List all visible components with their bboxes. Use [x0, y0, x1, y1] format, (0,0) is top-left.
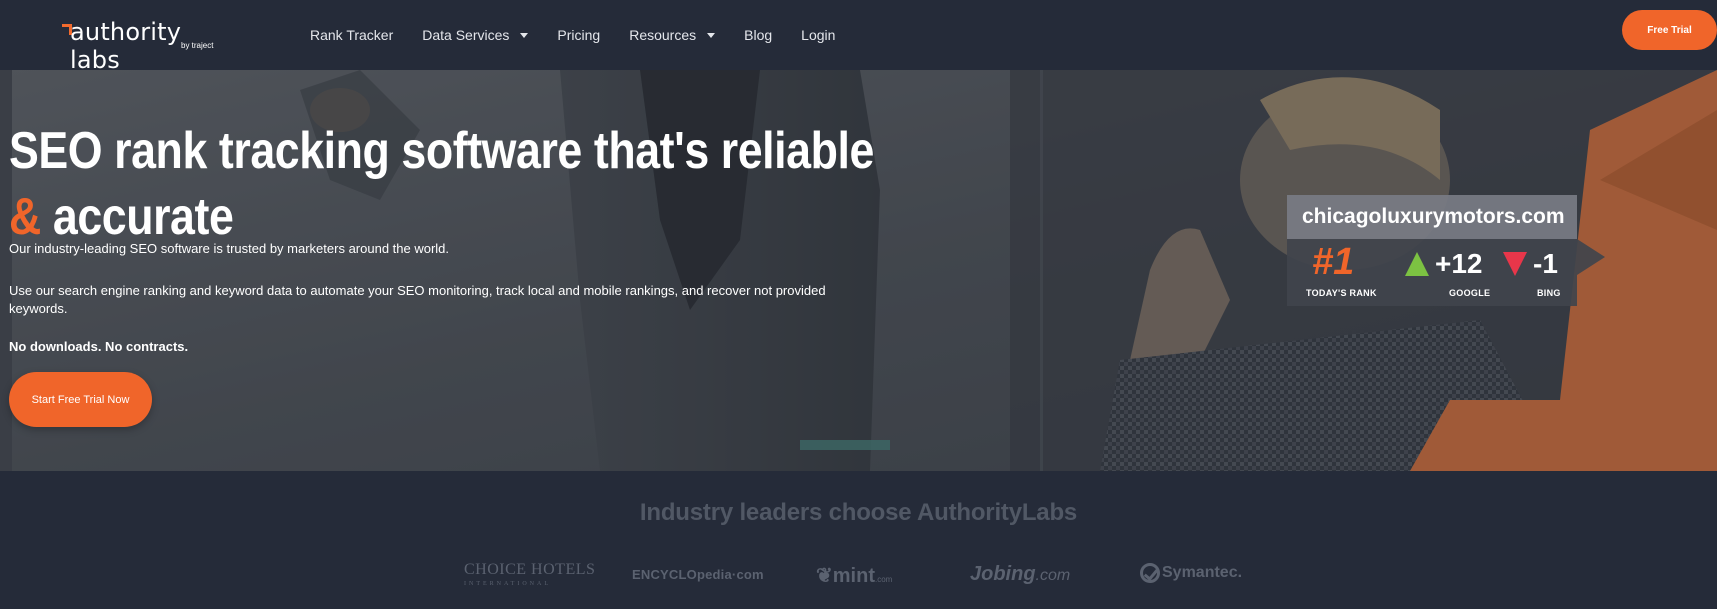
nav-item-blog[interactable]: Blog: [744, 27, 772, 43]
nav-label: Resources: [629, 27, 697, 43]
google-delta-value: +12: [1435, 248, 1483, 279]
hero-paragraph-trusted: Our industry-leading SEO software is tru…: [9, 241, 450, 256]
rank-card-pointer: [1577, 239, 1605, 275]
main-menu: Rank Tracker Data Services Pricing Resou…: [310, 0, 864, 70]
mint-suffix: .com: [874, 575, 893, 584]
mint-name: mint: [832, 565, 875, 587]
todays-rank-label: TODAY'S RANK: [1306, 288, 1377, 298]
nav-label: Rank Tracker: [310, 27, 394, 43]
nav-item-resources[interactable]: Resources: [629, 27, 716, 43]
nav-label: Blog: [744, 27, 773, 43]
free-trial-button[interactable]: Free Trial: [1622, 10, 1717, 50]
nav-item-pricing[interactable]: Pricing: [557, 27, 600, 43]
mint-leaf-icon: ❦: [816, 565, 833, 587]
heading-ampersand: &: [9, 188, 41, 246]
mint-logo: ❦mint.com: [816, 563, 892, 588]
hero-heading: SEO rank tracking software that's reliab…: [9, 118, 874, 250]
hero-section: SEO rank tracking software that's reliab…: [0, 70, 1717, 471]
logo-subtext: by traject: [181, 41, 214, 50]
start-free-trial-button[interactable]: Start Free Trial Now: [9, 372, 152, 427]
arrow-up-icon: [1405, 252, 1429, 276]
heading-accurate: accurate: [52, 188, 234, 246]
nav-label: Pricing: [557, 27, 601, 43]
chevron-down-icon: [707, 33, 716, 38]
arrow-down-icon: [1503, 252, 1527, 276]
nav-item-login[interactable]: Login: [801, 27, 835, 43]
jobing-name: Jobing: [970, 563, 1036, 585]
rank-card-stats: #1 TODAY'S RANK +12 GOOGLE -1 BING: [1287, 239, 1577, 306]
symantec-name: Symantec.: [1162, 564, 1243, 581]
bing-label: BING: [1537, 288, 1561, 298]
google-label: GOOGLE: [1449, 288, 1491, 298]
authority-labs-logo[interactable]: authority labs by traject: [62, 18, 232, 74]
chevron-down-icon: [520, 33, 529, 38]
rank-card: chicagoluxurymotors.com #1 TODAY'S RANK …: [1287, 195, 1605, 306]
top-navbar: authority labs by traject Rank Tracker D…: [0, 0, 1717, 74]
jobing-suffix: .com: [1035, 567, 1071, 584]
jobing-logo: Jobing.com: [970, 563, 1070, 586]
encyclopedia-logo: ENCYCLOpedia·com: [632, 567, 764, 582]
hero-paragraph-automate: Use our search engine ranking and keywor…: [9, 283, 826, 316]
nav-item-data-services[interactable]: Data Services: [422, 27, 529, 43]
todays-rank-value: #1: [1312, 241, 1355, 283]
symantec-logo: Symantec.: [1140, 563, 1242, 583]
nav-label: Login: [801, 27, 836, 43]
client-logos-section: Industry leaders choose AuthorityLabs CH…: [0, 471, 1717, 609]
hero-heading-line1: SEO rank tracking software that's reliab…: [9, 122, 874, 180]
rank-card-domain: chicagoluxurymotors.com: [1287, 195, 1577, 239]
choice-hotels-name: CHOICE HOTELS: [464, 561, 596, 578]
nav-label: Data Services: [422, 27, 510, 43]
clients-heading: Industry leaders choose AuthorityLabs: [639, 499, 1078, 526]
nav-item-rank-tracker[interactable]: Rank Tracker: [310, 27, 393, 43]
checkmark-circle-icon: [1140, 563, 1160, 583]
bing-delta-value: -1: [1533, 248, 1558, 279]
choice-hotels-sub: INTERNATIONAL: [464, 581, 551, 587]
choice-hotels-logo: CHOICE HOTELS INTERNATIONAL: [464, 561, 596, 591]
hero-paragraph-no-contracts: No downloads. No contracts.: [9, 339, 189, 354]
